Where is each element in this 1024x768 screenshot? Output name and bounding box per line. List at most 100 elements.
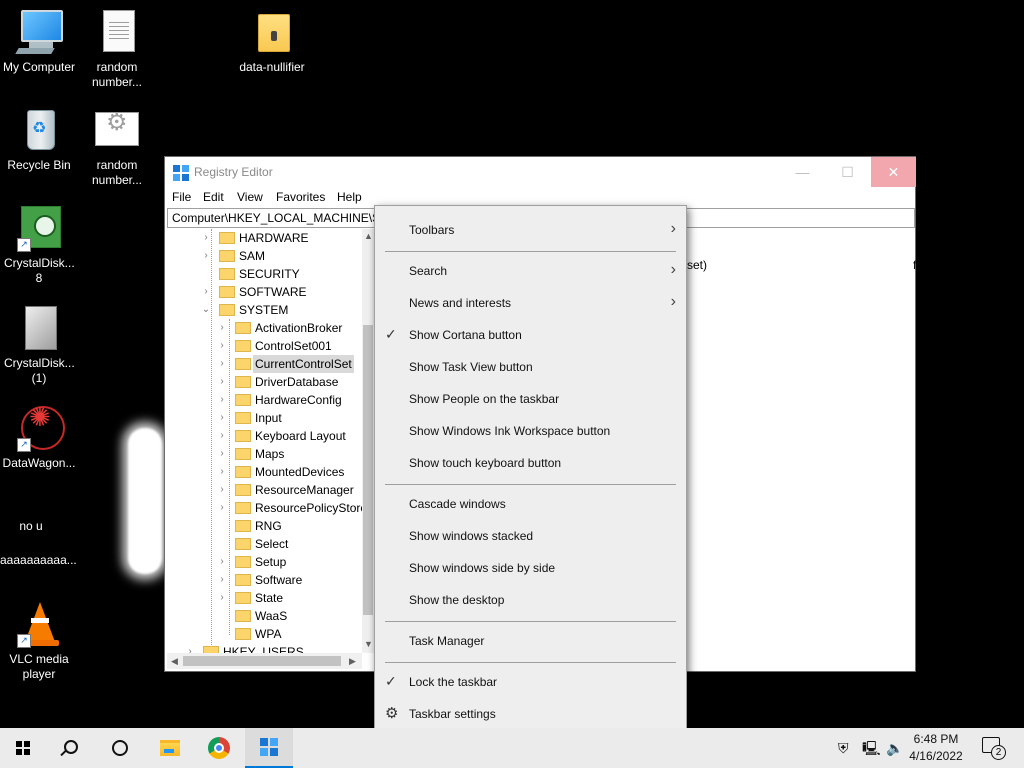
tree-node[interactable]: › Setup [167, 553, 376, 571]
tree-node[interactable]: › ResourceManager [167, 481, 376, 499]
search-button[interactable] [48, 728, 96, 768]
menu-item-cascade-windows[interactable]: Cascade windows [375, 488, 686, 520]
tree-node[interactable]: › Software [167, 571, 376, 589]
menu-item-toolbars[interactable]: Toolbars › [375, 214, 686, 246]
close-button[interactable]: ✕ [871, 157, 916, 187]
desktop-icon-vlc[interactable]: ↗ VLC media player [1, 600, 77, 682]
tree-horizontal-scrollbar[interactable]: ◀ ▶ [167, 653, 362, 669]
start-button[interactable] [0, 728, 48, 768]
desktop-icon-random-number-settings[interactable]: random number... [79, 106, 155, 188]
chevron-right-icon[interactable]: › [217, 571, 227, 589]
menu-favorites[interactable]: Favorites [276, 190, 325, 204]
menu-item-show-people-on-taskbar[interactable]: Show People on the taskbar [375, 383, 686, 415]
tree-vertical-scrollbar[interactable]: ▲ ▼ [362, 229, 374, 653]
checkmark-icon: ✓ [385, 673, 397, 689]
tree-node[interactable]: › HardwareConfig [167, 391, 376, 409]
tree-node[interactable]: ⌄ SYSTEM [167, 301, 376, 319]
menu-item-show-cortana-button[interactable]: ✓ Show Cortana button [375, 319, 686, 351]
tree-node-label: HardwareConfig [255, 393, 342, 407]
chevron-right-icon[interactable]: › [217, 409, 227, 427]
folder-icon [235, 610, 251, 622]
tree-node[interactable]: › DriverDatabase [167, 373, 376, 391]
chevron-right-icon[interactable]: › [217, 391, 227, 409]
menu-item-show-windows-side-by-side[interactable]: Show windows side by side [375, 552, 686, 584]
network-icon[interactable]: 🖳 [862, 728, 881, 768]
desktop-icon-data-nullifier[interactable]: data-nullifier [234, 8, 310, 75]
tree-node[interactable]: SECURITY [167, 265, 376, 283]
chevron-right-icon[interactable]: › [217, 355, 227, 373]
registry-editor-taskbar-button[interactable] [245, 728, 293, 768]
chevron-right-icon[interactable]: › [217, 499, 227, 517]
tree-node[interactable]: › HARDWARE [167, 229, 376, 247]
menu-item-lock-the-taskbar[interactable]: ✓ Lock the taskbar [375, 666, 686, 698]
volume-icon[interactable]: 🔈 [886, 728, 903, 768]
chrome-button[interactable] [195, 728, 243, 768]
scrollbar-thumb[interactable] [183, 656, 341, 666]
menu-view[interactable]: View [237, 190, 263, 204]
minimize-button[interactable]: — [780, 157, 825, 187]
tree-node[interactable]: Select [167, 535, 376, 553]
tree-node[interactable]: › Input [167, 409, 376, 427]
tree-node[interactable]: › MountedDevices [167, 463, 376, 481]
chevron-right-icon[interactable]: › [217, 427, 227, 445]
desktop-icon-label: My Computer [2, 60, 76, 74]
chevron-right-icon[interactable]: › [201, 229, 211, 247]
chevron-right-icon[interactable]: › [217, 589, 227, 607]
desktop-icon-my-computer[interactable]: My Computer [1, 8, 77, 75]
desktop-icon-crystaldisk-1[interactable]: CrystalDisk... (1) [1, 304, 77, 386]
menu-item-show-windows-stacked[interactable]: Show windows stacked [375, 520, 686, 552]
tree-node[interactable]: › ActivationBroker [167, 319, 376, 337]
tree-node[interactable]: RNG [167, 517, 376, 535]
tree-node[interactable]: › Keyboard Layout [167, 427, 376, 445]
file-explorer-button[interactable] [146, 728, 194, 768]
chevron-right-icon[interactable]: › [217, 337, 227, 355]
menu-item-show-the-desktop[interactable]: Show the desktop [375, 584, 686, 616]
desktop-icon-recycle-bin[interactable]: Recycle Bin [1, 106, 77, 173]
chevron-right-icon[interactable]: › [217, 553, 227, 571]
menu-file[interactable]: File [172, 190, 191, 204]
registry-tree[interactable]: › HARDWARE › SAM SECURITY › SOFTWARE ⌄ SYSTEM › Ac… [167, 229, 376, 673]
maximize-button[interactable]: ☐ [825, 157, 870, 187]
security-shield-icon[interactable]: ⛨ [838, 728, 849, 768]
desktop-icon-datawagon[interactable]: ↗ DataWagon... [1, 404, 77, 471]
title-bar[interactable]: Registry Editor — ☐ ✕ [165, 157, 916, 187]
menu-item-taskbar-settings[interactable]: ⚙ Taskbar settings [375, 698, 686, 730]
desktop-icon-crystaldisk-8[interactable]: ↗ CrystalDisk... 8 [1, 204, 77, 286]
chevron-right-icon[interactable]: › [217, 481, 227, 499]
clock[interactable]: 6:48 PM 4/16/2022 [904, 731, 968, 765]
chevron-right-icon[interactable]: › [217, 445, 227, 463]
desktop-icon-random-number-text[interactable]: random number... [79, 8, 155, 90]
tree-node[interactable]: WPA [167, 625, 376, 643]
menu-help[interactable]: Help [337, 190, 362, 204]
tree-node[interactable]: › ResourcePolicyStore [167, 499, 376, 517]
desktop-icon-aaaa[interactable]: aaaaaaaaaa... [0, 553, 77, 568]
menu-item-search[interactable]: Search › [375, 255, 686, 287]
desktop-icon-no-u[interactable]: no u [0, 519, 69, 534]
chrome-icon [208, 737, 230, 759]
menu-item-label: Show the desktop [409, 593, 505, 607]
shortcut-arrow-icon: ↗ [17, 238, 31, 252]
menu-edit[interactable]: Edit [203, 190, 224, 204]
tree-node[interactable]: › ControlSet001 [167, 337, 376, 355]
tree-node[interactable]: › CurrentControlSet [167, 355, 376, 373]
menu-item-label: News and interests [409, 296, 512, 310]
chevron-right-icon[interactable]: › [217, 463, 227, 481]
menu-item-show-task-view-button[interactable]: Show Task View button [375, 351, 686, 383]
menu-item-show-windows-ink-workspace-button[interactable]: Show Windows Ink Workspace button [375, 415, 686, 447]
scrollbar-thumb[interactable] [363, 325, 373, 615]
task-view-button[interactable] [96, 728, 144, 768]
value-data-fragment: set) [687, 258, 708, 272]
chevron-right-icon[interactable]: › [201, 247, 211, 265]
tree-node[interactable]: WaaS [167, 607, 376, 625]
chevron-right-icon[interactable]: › [217, 373, 227, 391]
chevron-down-icon[interactable]: ⌄ [201, 301, 211, 319]
menu-item-show-touch-keyboard-button[interactable]: Show touch keyboard button [375, 447, 686, 479]
chevron-right-icon[interactable]: › [201, 283, 211, 301]
tree-node[interactable]: › Maps [167, 445, 376, 463]
tree-node[interactable]: › State [167, 589, 376, 607]
tree-node[interactable]: › SOFTWARE [167, 283, 376, 301]
menu-item-task-manager[interactable]: Task Manager [375, 625, 686, 657]
tree-node[interactable]: › SAM [167, 247, 376, 265]
menu-item-news-and-interests[interactable]: News and interests › [375, 287, 686, 319]
chevron-right-icon[interactable]: › [217, 319, 227, 337]
